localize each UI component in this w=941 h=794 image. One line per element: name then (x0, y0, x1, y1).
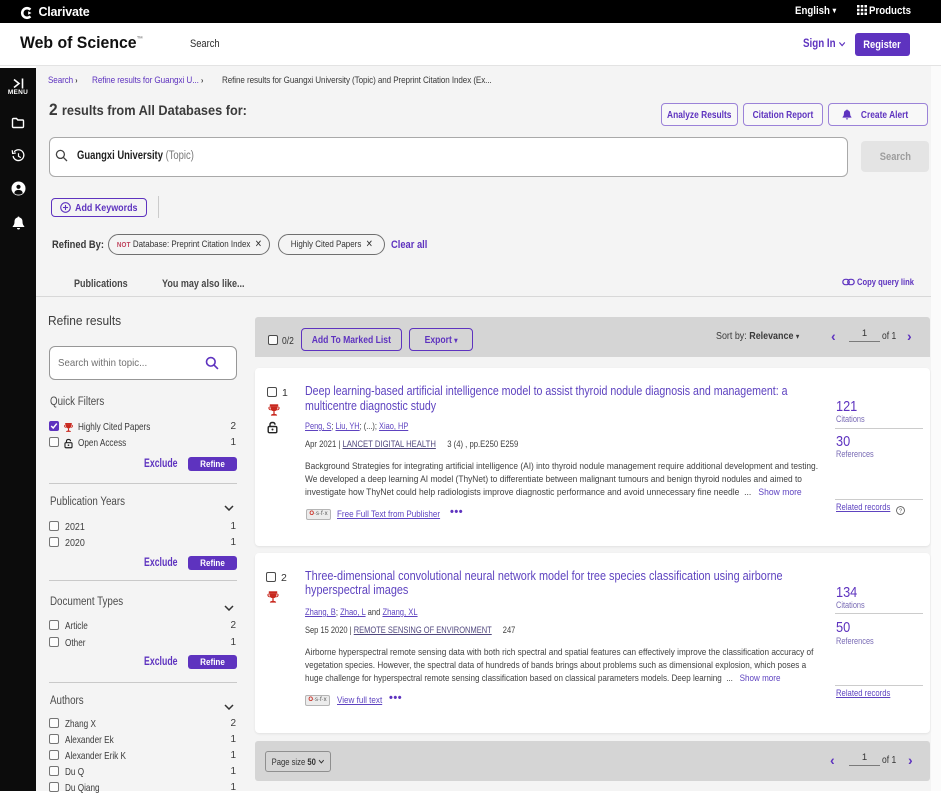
svg-text:?: ? (899, 508, 903, 514)
